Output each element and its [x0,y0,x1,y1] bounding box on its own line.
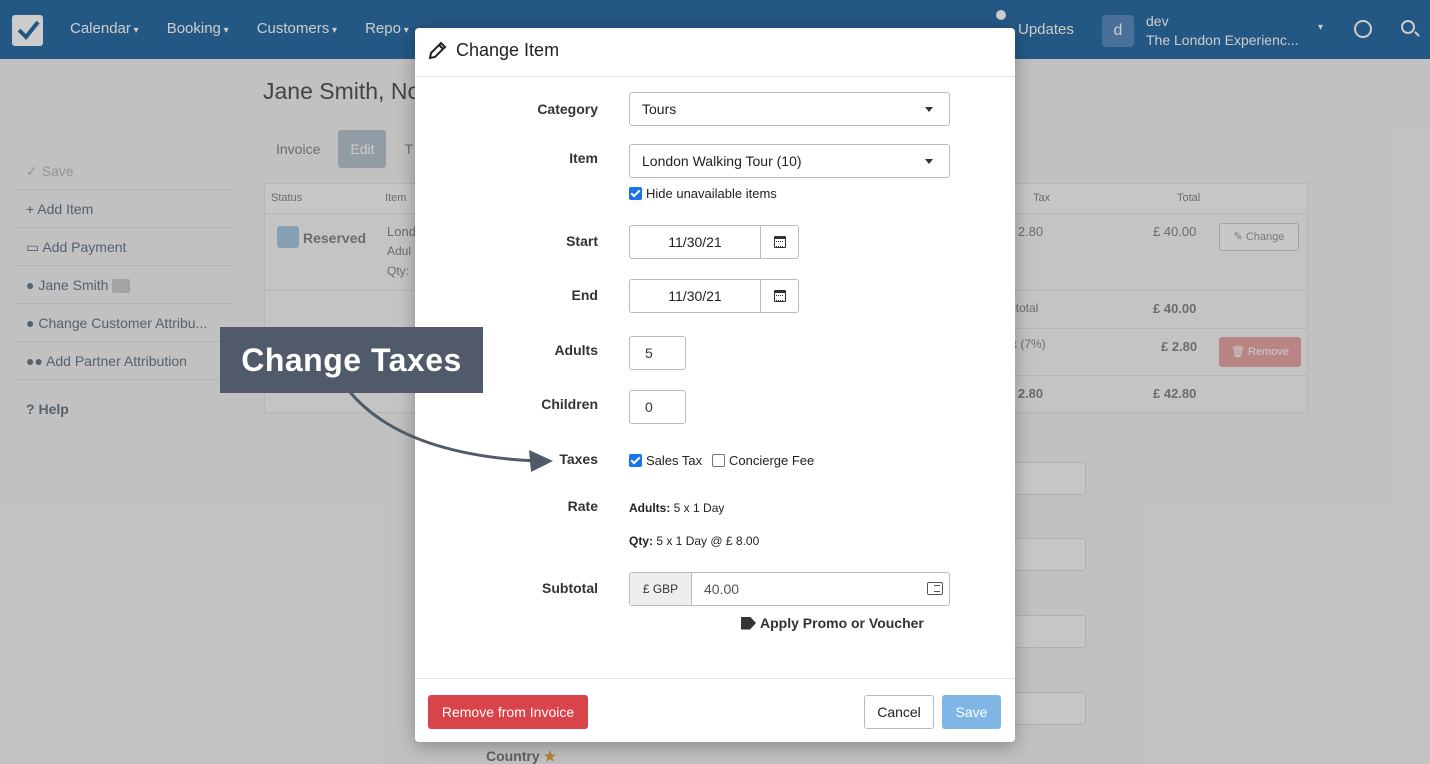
checkbox-checked-icon[interactable] [629,454,642,467]
start-date-field[interactable]: 11/30/21 [629,225,799,259]
end-date-input[interactable]: 11/30/21 [630,280,761,312]
subtotal-field: £ GBP 40.00 [629,572,950,606]
concierge-fee-label: Concierge Fee [729,453,815,468]
remove-from-invoice-button[interactable]: Remove from Invoice [428,695,588,729]
subtotal-label: Subtotal [542,580,598,596]
change-item-modal: Change Item Category Tours Item London W… [415,28,1015,742]
item-select[interactable]: London Walking Tour (10) [629,144,950,178]
start-date-input[interactable]: 11/30/21 [630,226,761,258]
hide-unavailable-checkbox[interactable]: Hide unavailable items [629,186,777,201]
rate-adults-key: Adults: [629,501,671,515]
category-value: Tours [642,101,677,117]
modal-title: Change Item [456,40,560,60]
end-label: End [571,287,598,303]
tag-icon [741,616,756,630]
category-label: Category [537,101,598,117]
pencil-icon [428,41,447,60]
modal-header: Change Item [415,28,1015,77]
rate-qty: Qty: 5 x 1 Day @ £ 8.00 [629,534,759,548]
category-select[interactable]: Tours [629,92,950,126]
taxes-label: Taxes [559,451,598,467]
checkbox-unchecked-icon[interactable] [712,454,725,467]
adults-label: Adults [554,342,598,358]
modal-footer: Remove from Invoice Cancel Save [415,678,1015,742]
sales-tax-checkbox[interactable]: Sales Tax [629,453,702,468]
checkbox-checked-icon[interactable] [629,187,642,200]
apply-promo-label: Apply Promo or Voucher [760,615,924,631]
apply-promo-link[interactable]: Apply Promo or Voucher [741,615,924,631]
rate-adults: Adults: 5 x 1 Day [629,501,724,515]
rate-qty-value: 5 x 1 Day @ £ 8.00 [656,534,760,548]
currency-addon: £ GBP [630,573,692,605]
item-label: Item [569,150,598,166]
end-date-field[interactable]: 11/30/21 [629,279,799,313]
subtotal-value: 40.00 [704,581,740,597]
rate-qty-key: Qty: [629,534,653,548]
adults-input[interactable]: 5 [629,336,686,370]
caret-down-icon [925,107,933,112]
children-label: Children [541,396,598,412]
caret-down-icon [925,159,933,164]
end-calendar-button[interactable] [761,280,798,312]
item-value: London Walking Tour (10) [642,153,802,169]
calendar-icon [774,290,786,302]
hide-unavailable-label: Hide unavailable items [646,186,777,201]
start-label: Start [566,233,598,249]
id-card-icon[interactable] [927,582,943,595]
concierge-fee-checkbox[interactable]: Concierge Fee [712,453,814,468]
subtotal-input[interactable]: 40.00 [692,573,949,605]
calendar-icon [774,236,786,248]
rate-label: Rate [567,498,598,514]
sales-tax-label: Sales Tax [646,453,703,468]
children-input[interactable]: 0 [629,390,686,424]
cancel-button[interactable]: Cancel [864,695,934,729]
save-button[interactable]: Save [942,695,1001,729]
rate-adults-value: 5 x 1 Day [673,501,725,515]
start-calendar-button[interactable] [761,226,798,258]
change-taxes-callout: Change Taxes [220,327,483,393]
